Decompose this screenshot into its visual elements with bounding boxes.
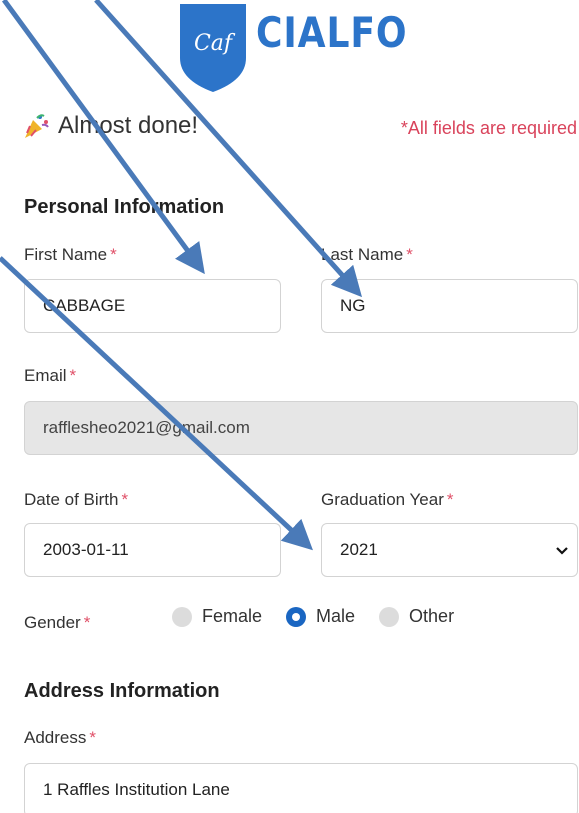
last-name-input[interactable]: NG xyxy=(321,279,578,333)
gender-label: Gender * xyxy=(24,613,91,632)
first-name-input[interactable]: CABBAGE xyxy=(24,279,281,333)
email-label: Email * xyxy=(24,366,77,385)
required-star: * xyxy=(110,245,117,264)
gender-female-radio[interactable] xyxy=(172,606,192,627)
required-fields-note: *All fields are required xyxy=(400,118,577,138)
shield-logo-icon: Caf xyxy=(180,4,246,92)
gender-male-radio[interactable] xyxy=(286,606,307,627)
gender-other-radio[interactable] xyxy=(379,606,400,627)
brand-name: CIALFO xyxy=(256,8,408,57)
gender-male-label[interactable]: Male xyxy=(316,606,355,627)
last-name-label: Last Name * xyxy=(321,245,413,264)
chevron-down-icon xyxy=(556,547,568,555)
address-input[interactable]: 1 Raffles Institution Lane xyxy=(24,763,578,813)
dob-label: Date of Birth * xyxy=(24,490,129,509)
required-star: * xyxy=(121,490,129,509)
required-star: * xyxy=(89,728,96,747)
address-label: Address * xyxy=(24,728,96,747)
required-star: * xyxy=(83,613,91,632)
required-star: * xyxy=(446,490,454,509)
gender-female-label[interactable]: Female xyxy=(202,606,262,627)
first-name-label: First Name * xyxy=(24,245,117,264)
shield-text: Caf xyxy=(194,31,236,56)
required-star: * xyxy=(406,245,413,264)
required-star: * xyxy=(69,366,77,385)
gender-radio-group: Female Male Other xyxy=(172,606,478,627)
address-info-title: Address Information xyxy=(24,680,220,702)
email-input: rafflesheo2021@gmail.com xyxy=(24,401,578,455)
intro-heading: Almost done! xyxy=(22,112,198,140)
intro-text: Almost done! xyxy=(58,112,199,139)
gender-other-label[interactable]: Other xyxy=(409,606,454,627)
party-popper-icon xyxy=(25,114,49,138)
cialfo-logo: Caf CIALFO xyxy=(178,0,428,94)
grad-year-label: Graduation Year * xyxy=(321,490,454,509)
personal-info-title: Personal Information xyxy=(24,196,225,218)
dob-input[interactable]: 2003-01-11 xyxy=(24,523,281,577)
grad-year-select[interactable]: 2021 xyxy=(321,523,578,577)
